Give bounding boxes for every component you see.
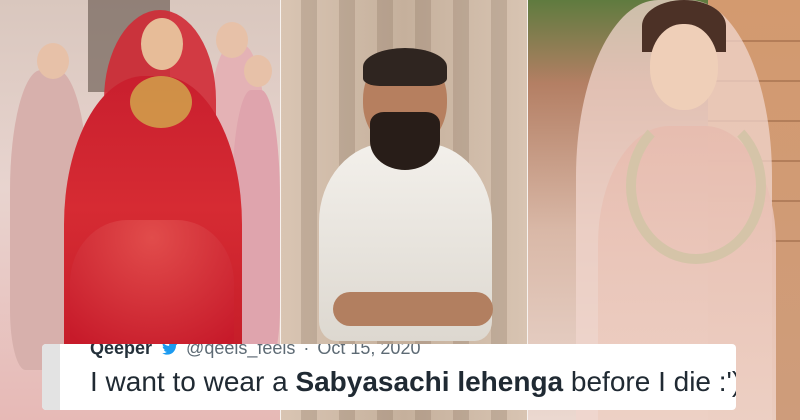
- tweet-text-bold: Sabyasachi lehenga: [295, 366, 564, 397]
- guest-head: [37, 43, 69, 79]
- tweet-handle: @qeels_feels: [186, 344, 296, 358]
- collage: Qeeper @qeels_feels · Oct 15, 2020 I wan…: [0, 0, 800, 420]
- layered-necklace: [626, 108, 766, 264]
- gold-necklace: [130, 76, 192, 128]
- crossed-arms: [333, 292, 493, 326]
- tweet-separator: ·: [303, 344, 310, 358]
- bride-face: [650, 24, 718, 110]
- tweet-avatar: [42, 344, 60, 410]
- tweet-caption-card: Qeeper @qeels_feels · Oct 15, 2020 I wan…: [42, 344, 736, 410]
- bride-face: [141, 18, 183, 70]
- tweet-header: Qeeper @qeels_feels · Oct 15, 2020: [90, 344, 420, 360]
- man-beard: [370, 112, 440, 170]
- tweet-text: I want to wear a Sabyasachi lehenga befo…: [90, 366, 736, 398]
- man-hair: [363, 48, 447, 86]
- guest-head: [216, 22, 248, 58]
- guest-head: [244, 55, 272, 87]
- tweet-date: Oct 15, 2020: [317, 344, 421, 358]
- twitter-bird-icon: [160, 344, 178, 357]
- tweet-text-before: I want to wear a: [90, 366, 296, 397]
- tweet-text-after: before I die :'): [563, 366, 736, 397]
- tweet-author-name: Qeeper: [90, 344, 153, 358]
